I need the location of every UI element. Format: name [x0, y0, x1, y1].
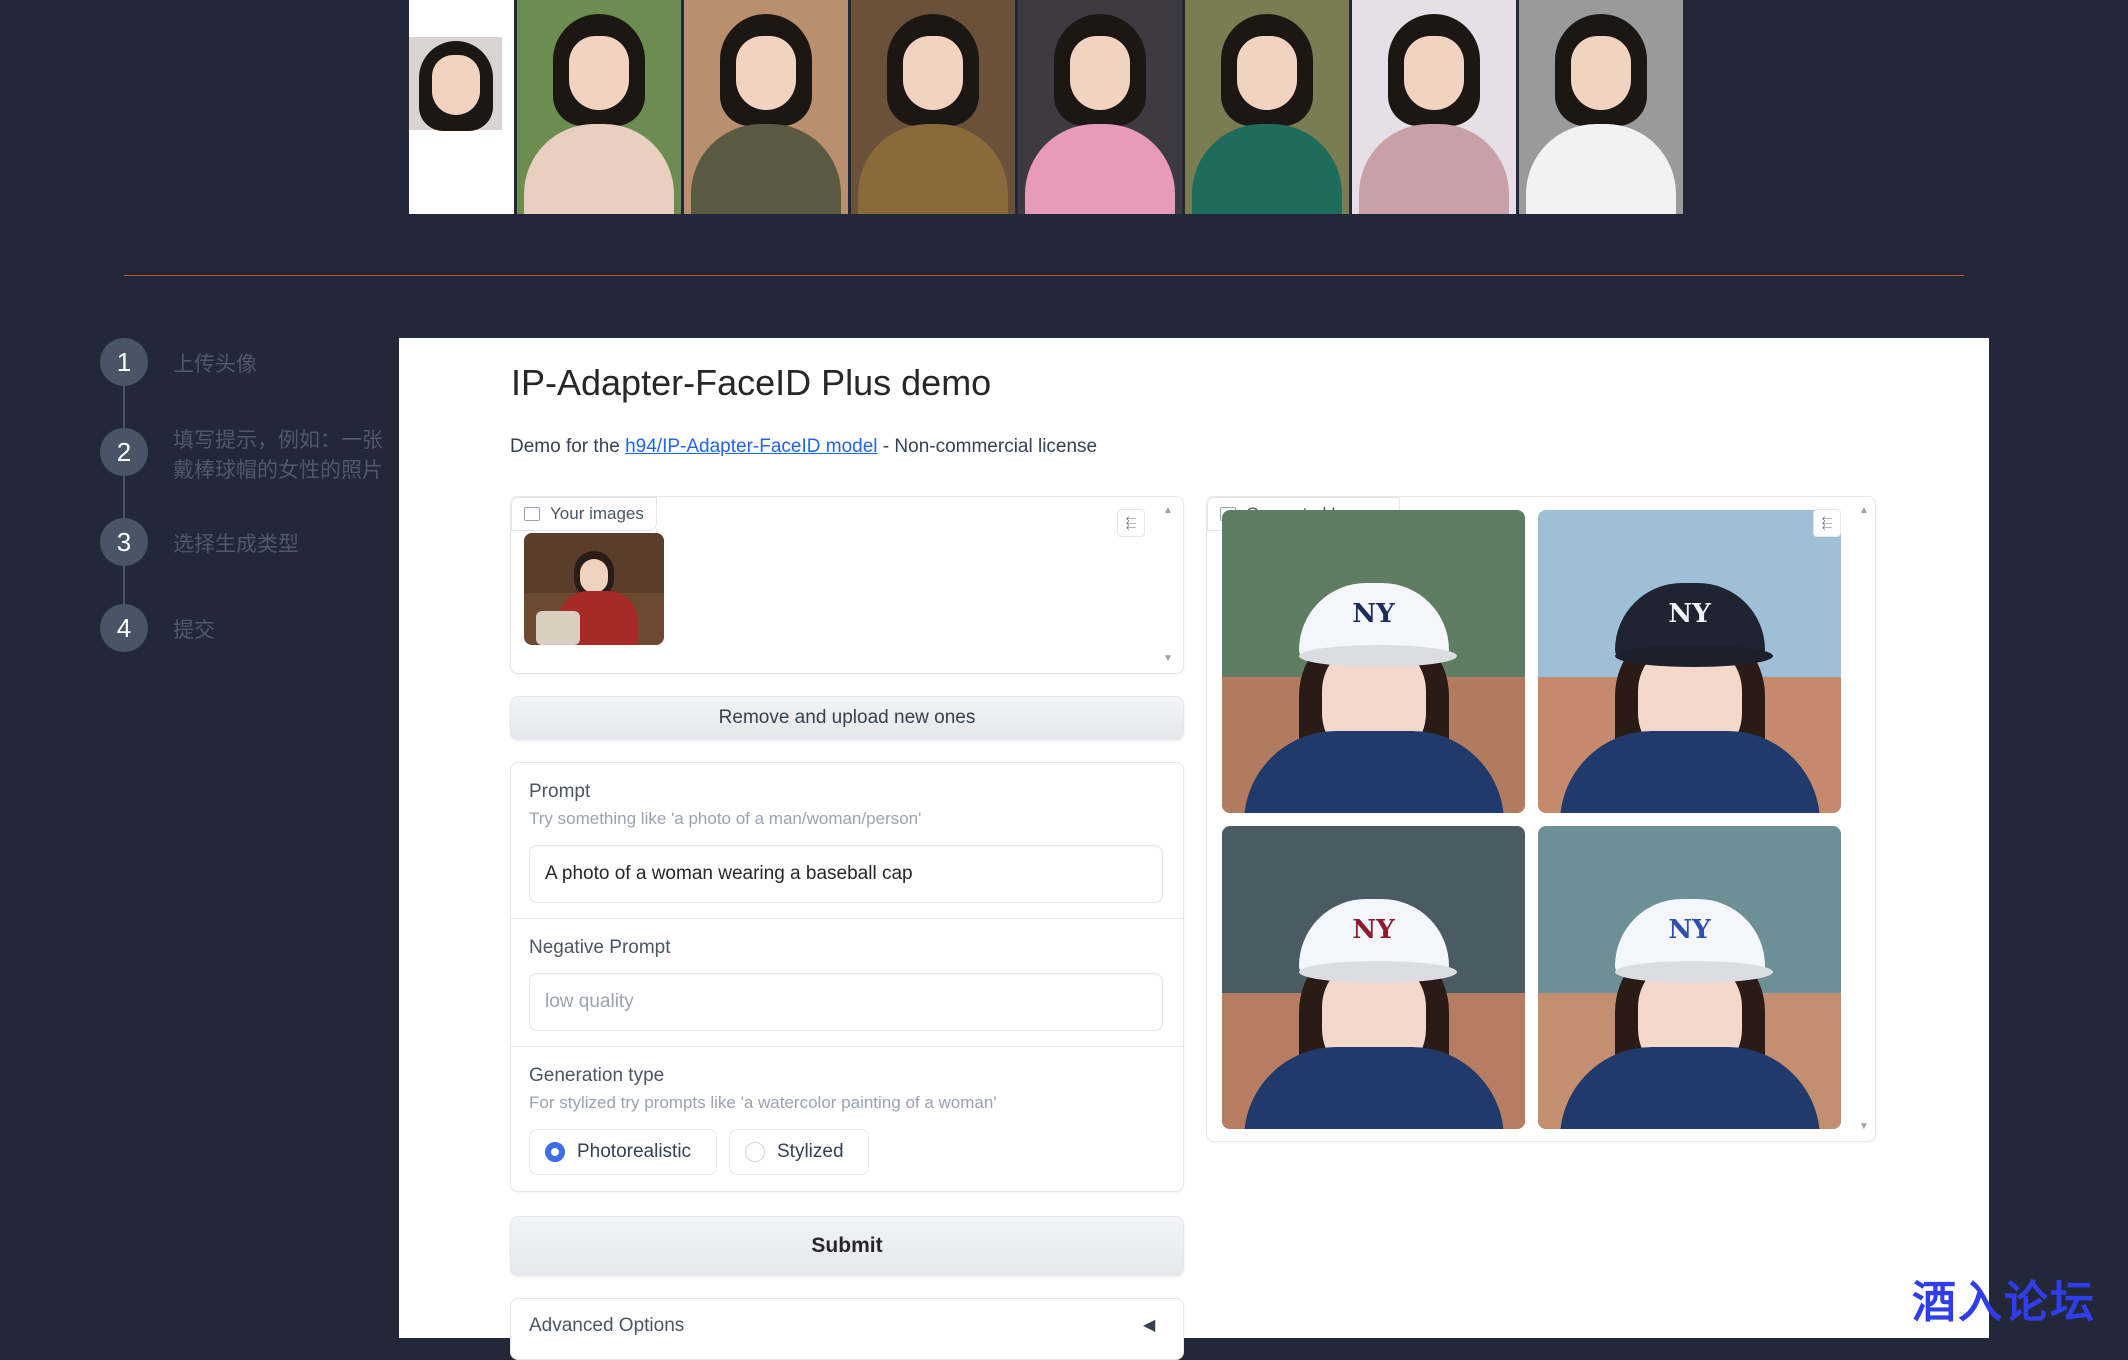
radio-label: Stylized [777, 1141, 844, 1162]
model-link[interactable]: h94/IP-Adapter-FaceID model [625, 436, 877, 457]
step-number: 3 [100, 518, 148, 566]
cap-logo: NY [1668, 599, 1711, 629]
image-icon [524, 507, 540, 521]
scroll-down-arrow[interactable]: ▼ [1859, 1121, 1869, 1132]
negative-prompt-input[interactable]: low quality [529, 973, 1163, 1031]
banner-sample-image [409, 0, 514, 214]
step-connector [123, 566, 125, 608]
your-images-label: Your images [550, 504, 644, 523]
cap-logo: NY [1668, 915, 1711, 945]
sample-gallery-banner [409, 0, 1683, 214]
step-number: 2 [100, 428, 148, 476]
cap-logo: NY [1352, 915, 1395, 945]
negative-prompt-label: Negative Prompt [529, 937, 671, 958]
radio-unselected-icon [745, 1142, 765, 1162]
section-divider [124, 275, 1964, 276]
field-separator [511, 1046, 1183, 1047]
your-images-gallery[interactable]: Your images ⬱ ▲ ▼ [510, 496, 1184, 674]
input-form: Prompt Try something like 'a photo of a … [510, 762, 1184, 1192]
radio-stylized[interactable]: Stylized [729, 1129, 869, 1175]
prompt-input[interactable]: A photo of a woman wearing a baseball ca… [529, 845, 1163, 903]
banner-sample-image [1185, 0, 1349, 214]
banner-sample-image [1018, 0, 1182, 214]
generated-image[interactable]: NY [1538, 510, 1841, 813]
uploaded-image-thumbnail[interactable] [524, 533, 664, 645]
banner-sample-image [851, 0, 1015, 214]
generated-image[interactable]: NY [1222, 826, 1525, 1129]
scroll-up-arrow[interactable]: ▲ [1163, 505, 1173, 516]
watermark-text: 酒入论坛 [1912, 1277, 2096, 1328]
generated-image[interactable]: NY [1222, 510, 1525, 813]
step-label: 提交 [173, 619, 215, 642]
description-suffix: - Non-commercial license [877, 436, 1098, 457]
banner-sample-image [517, 0, 681, 214]
page-description: Demo for the h94/IP-Adapter-FaceID model… [510, 436, 1097, 458]
generation-type-label: Generation type [529, 1065, 665, 1086]
share-icon[interactable]: ⬱ [1117, 509, 1145, 537]
cap-logo: NY [1352, 599, 1395, 629]
advanced-options-accordion[interactable]: Advanced Options ◀ [510, 1298, 1184, 1360]
collapse-triangle-icon: ◀ [1143, 1317, 1156, 1334]
prompt-info: Try something like 'a photo of a man/wom… [529, 809, 922, 828]
step-label: 选择生成类型 [173, 533, 299, 556]
description-prefix: Demo for the [510, 436, 626, 457]
submit-button[interactable]: Submit [510, 1216, 1184, 1276]
advanced-options-label: Advanced Options [529, 1315, 685, 1336]
step-4: 4 提交 [100, 604, 395, 652]
banner-sample-image [1519, 0, 1683, 214]
radio-selected-icon [545, 1142, 565, 1162]
reference-face-image [409, 37, 502, 131]
scroll-up-arrow[interactable]: ▲ [1859, 505, 1869, 516]
share-icon[interactable]: ⬱ [1813, 509, 1841, 537]
step-1: 1 上传头像 [100, 338, 395, 386]
generated-image[interactable]: NY [1538, 826, 1841, 1129]
prompt-label: Prompt [529, 781, 591, 802]
step-2: 2 填写提示，例如：一张戴棒球帽的女性的照片 [100, 428, 395, 486]
field-separator [511, 918, 1183, 919]
scroll-down-arrow[interactable]: ▼ [1163, 653, 1173, 664]
step-3: 3 选择生成类型 [100, 518, 395, 566]
step-label: 上传头像 [173, 353, 257, 376]
radio-photorealistic[interactable]: Photorealistic [529, 1129, 717, 1175]
generation-type-info: For stylized try prompts like 'a waterco… [529, 1093, 997, 1112]
banner-sample-image [1352, 0, 1516, 214]
step-label: 填写提示，例如：一张戴棒球帽的女性的照片 [173, 429, 383, 482]
your-images-label-chip: Your images [511, 497, 657, 531]
remove-and-upload-button[interactable]: Remove and upload new ones [510, 696, 1184, 740]
banner-sample-image [684, 0, 848, 214]
step-connector [123, 386, 125, 428]
page-title: IP-Adapter-FaceID Plus demo [511, 362, 992, 403]
radio-label: Photorealistic [577, 1141, 692, 1162]
step-number: 4 [100, 604, 148, 652]
step-number: 1 [100, 338, 148, 386]
